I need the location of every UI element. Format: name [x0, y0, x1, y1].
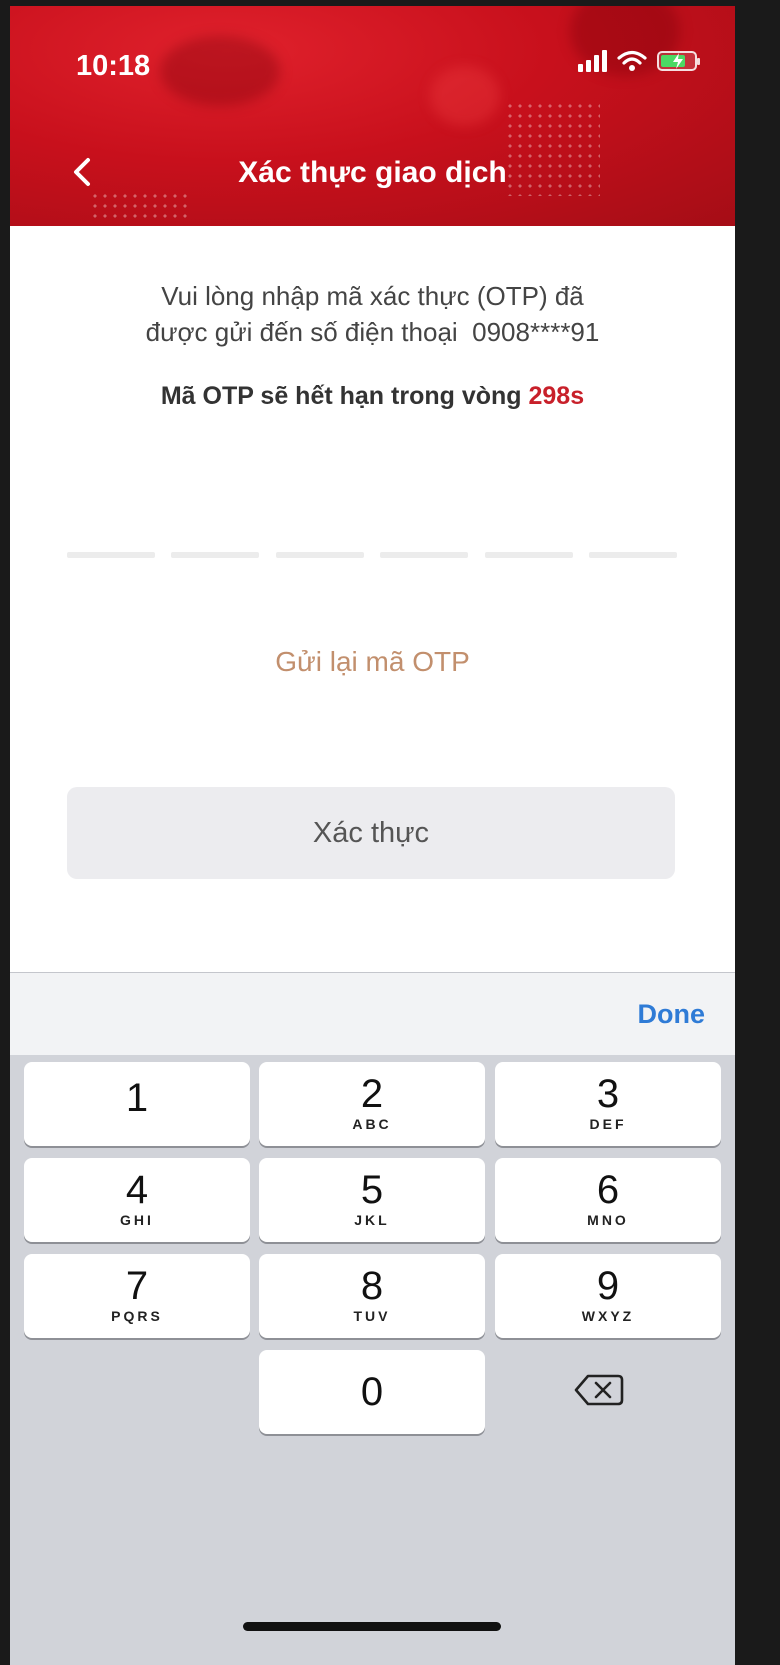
page-title: Xác thực giao dịch [238, 156, 507, 189]
keyboard-toolbar: Done [10, 973, 735, 1055]
backspace-icon [574, 1374, 624, 1406]
signal-icon [578, 50, 607, 72]
key-digit: 7 [125, 1264, 149, 1308]
key-5[interactable]: 5 JKL [259, 1158, 485, 1242]
key-9[interactable]: 9 WXYZ [495, 1254, 721, 1338]
key-letters: JKL [354, 1212, 390, 1228]
otp-digit-6[interactable] [588, 552, 677, 558]
verify-button[interactable]: Xác thực [67, 787, 675, 879]
status-icons [578, 50, 700, 72]
otp-input[interactable] [67, 552, 677, 558]
key-digit: 1 [125, 1076, 149, 1120]
key-2[interactable]: 2 ABC [259, 1062, 485, 1146]
key-8[interactable]: 8 TUV [259, 1254, 485, 1338]
otp-instruction: Vui lòng nhập mã xác thực (OTP) đã được … [70, 278, 675, 350]
key-letters: DEF [589, 1116, 627, 1132]
battery-charging-icon [657, 51, 700, 71]
otp-expiry-text: Mã OTP sẽ hết hạn trong vòng 298s [10, 382, 735, 411]
key-digit: 8 [360, 1264, 384, 1308]
expiry-countdown: 298s [528, 382, 585, 410]
wifi-icon [617, 50, 647, 71]
key-digit: 5 [360, 1168, 384, 1212]
header: 10:18 Xác thực giao dịch [10, 6, 735, 226]
key-1[interactable]: 1 [24, 1062, 250, 1146]
home-indicator[interactable] [243, 1622, 501, 1631]
key-digit: 9 [596, 1264, 620, 1308]
key-letters: WXYZ [581, 1308, 635, 1324]
key-letters: MNO [587, 1212, 629, 1228]
resend-otp-link[interactable]: Gửi lại mã OTP [10, 646, 735, 678]
backspace-button[interactable] [570, 1370, 626, 1410]
key-letters: TUV [353, 1308, 391, 1324]
key-letters: ABC [352, 1116, 392, 1132]
key-digit: 4 [125, 1168, 149, 1212]
done-button[interactable]: Done [638, 999, 706, 1030]
key-7[interactable]: 7 PQRS [24, 1254, 250, 1338]
instruction-line-1: Vui lòng nhập mã xác thực (OTP) đã [161, 281, 584, 311]
status-time: 10:18 [76, 50, 151, 82]
otp-digit-3[interactable] [275, 552, 364, 558]
instruction-line-2: được gửi đến số điện thoại 0908****91 [145, 317, 600, 347]
otp-digit-2[interactable] [171, 552, 260, 558]
phone-screen: 10:18 Xác thực giao dịch Vui lòng nhập m… [10, 6, 735, 1665]
key-digit: 3 [596, 1072, 620, 1116]
otp-digit-4[interactable] [380, 552, 469, 558]
key-3[interactable]: 3 DEF [495, 1062, 721, 1146]
key-letters: PQRS [111, 1308, 163, 1324]
key-digit: 6 [596, 1168, 620, 1212]
expiry-label: Mã OTP sẽ hết hạn trong vòng [160, 382, 529, 410]
key-digit: 2 [360, 1072, 384, 1116]
otp-digit-1[interactable] [67, 552, 155, 558]
key-4[interactable]: 4 GHI [24, 1158, 250, 1242]
key-letters: GHI [120, 1212, 154, 1228]
key-digit: 0 [360, 1370, 384, 1414]
key-0[interactable]: 0 [259, 1350, 485, 1434]
key-6[interactable]: 6 MNO [495, 1158, 721, 1242]
otp-digit-5[interactable] [484, 552, 573, 558]
